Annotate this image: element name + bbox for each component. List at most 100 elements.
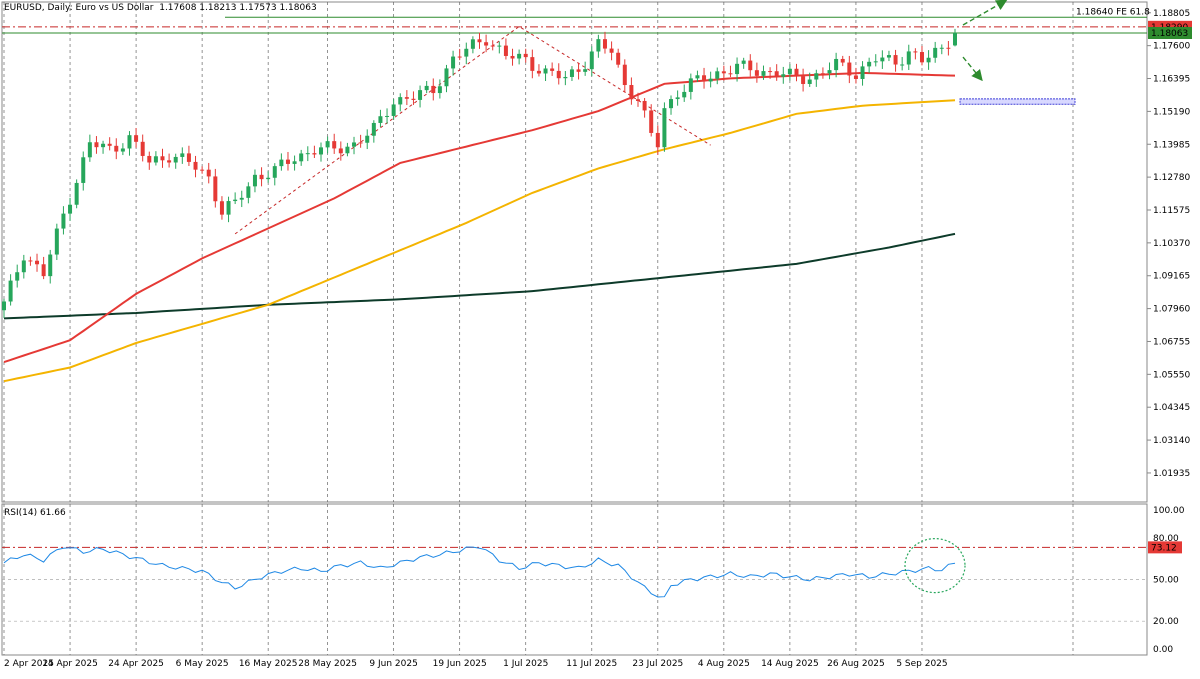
candle-body [569,69,574,77]
candle-body [748,60,753,71]
candle-body [523,53,528,58]
price-chart-svg[interactable]: 2 Apr 202514 Apr 2025 24 Apr 2025 6 May 20… [0,0,1200,675]
x-tick-label: 9 Jun 2025 [369,659,417,669]
rsi-y-tick-label: 20.00 [1153,617,1179,627]
candle-body [893,55,898,65]
candle-body [728,73,733,75]
fe-level-label: 1.18640 FE 61.8 [1076,7,1150,17]
y-tick-label: 1.06755 [1153,337,1190,347]
candle-body [649,110,654,133]
candle-body [721,71,726,74]
candle-body [484,42,489,46]
candle-body [477,39,482,43]
candle-body [444,68,449,87]
candle-body [576,69,581,72]
y-tick-label: 1.11575 [1153,206,1190,216]
chart-window[interactable]: 2 Apr 2025 14 Apr 2025 24 Apr 2025 6 May 20… [0,0,1200,675]
candle-body [715,71,720,79]
candle-body [556,70,561,79]
rsi-y-tick-label: 50.00 [1153,576,1179,586]
candle-body [219,201,224,215]
candle-body [385,115,390,117]
candle-body [735,63,740,75]
candle-body [457,56,462,58]
candle-body [933,47,938,58]
candle-body [754,70,759,76]
candle-body [411,98,416,100]
candle-body [873,61,878,63]
candle-body [114,145,119,152]
candle-body [820,73,825,75]
candle-body [160,156,165,161]
candle-body [741,60,746,64]
candle-body [352,142,357,147]
symbol-description: Euro vs US Dollar [75,3,154,13]
candle-body [543,68,548,74]
candle-body [213,176,218,202]
candle-body [622,64,627,86]
candle-body [807,79,812,84]
candle-body [682,91,687,98]
candle-body [451,56,456,69]
candle-body [424,85,429,91]
candle-body [345,146,350,154]
candle-body [259,174,264,180]
candle-body [299,153,304,162]
y-tick-label: 1.15190 [1153,107,1190,117]
candle-body [61,213,66,229]
candle-body [279,159,284,167]
candle-body [239,197,244,200]
candle-body [285,159,290,164]
y-tick-label: 1.07960 [1153,305,1190,315]
candle-body [180,153,185,157]
candle-body [147,155,152,163]
candle-body [880,57,885,62]
candle-body [636,99,640,101]
candle-body [503,45,508,56]
candle-body [906,51,911,65]
candle-body [338,148,343,154]
candle-body [431,85,436,94]
x-tick-label: 23 Jul 2025 [632,659,683,669]
price-badge-label: 1.18063 [1151,29,1188,39]
candle-body [319,147,323,155]
candle-body [153,156,158,163]
candle-body [398,97,403,105]
candle-body [609,48,614,53]
candle-body [2,301,6,311]
candle-body [305,153,310,155]
candle-body [853,75,858,79]
candle-body [702,75,707,82]
candle-body [41,264,46,277]
candle-body [15,272,20,281]
candle-body [464,48,469,57]
candle-body [787,68,792,75]
candle-body [233,199,238,202]
candle-body [81,157,86,183]
candle-body [325,141,330,148]
candle-body [358,142,363,144]
candle-body [867,61,872,67]
candle-body [913,51,918,53]
y-tick-label: 1.17600 [1153,42,1190,52]
candle-body [292,161,297,164]
candle-body [616,52,621,65]
y-tick-label: 1.13985 [1153,140,1190,150]
candle-body [266,177,271,180]
candle-body [437,86,442,94]
rsi-y-tick-label: 100.00 [1153,506,1185,516]
candle-body [794,68,799,77]
candle-body [54,228,59,255]
candle-body [860,66,865,79]
x-tick-label: 11 Jul 2025 [566,659,617,669]
candle-body [939,47,944,49]
x-tick-label: 19 Jun 2025 [433,659,487,669]
candle-body [418,90,423,100]
candle-body [497,45,502,47]
candle-body [365,135,370,143]
x-tick-label: 4 Aug 2025 [698,659,750,669]
candle-body [655,132,660,148]
candle-body [510,55,515,59]
chart-header: EURUSD, Daily: Euro vs US Dollar 1.17608… [4,3,317,13]
candle-body [200,169,205,171]
